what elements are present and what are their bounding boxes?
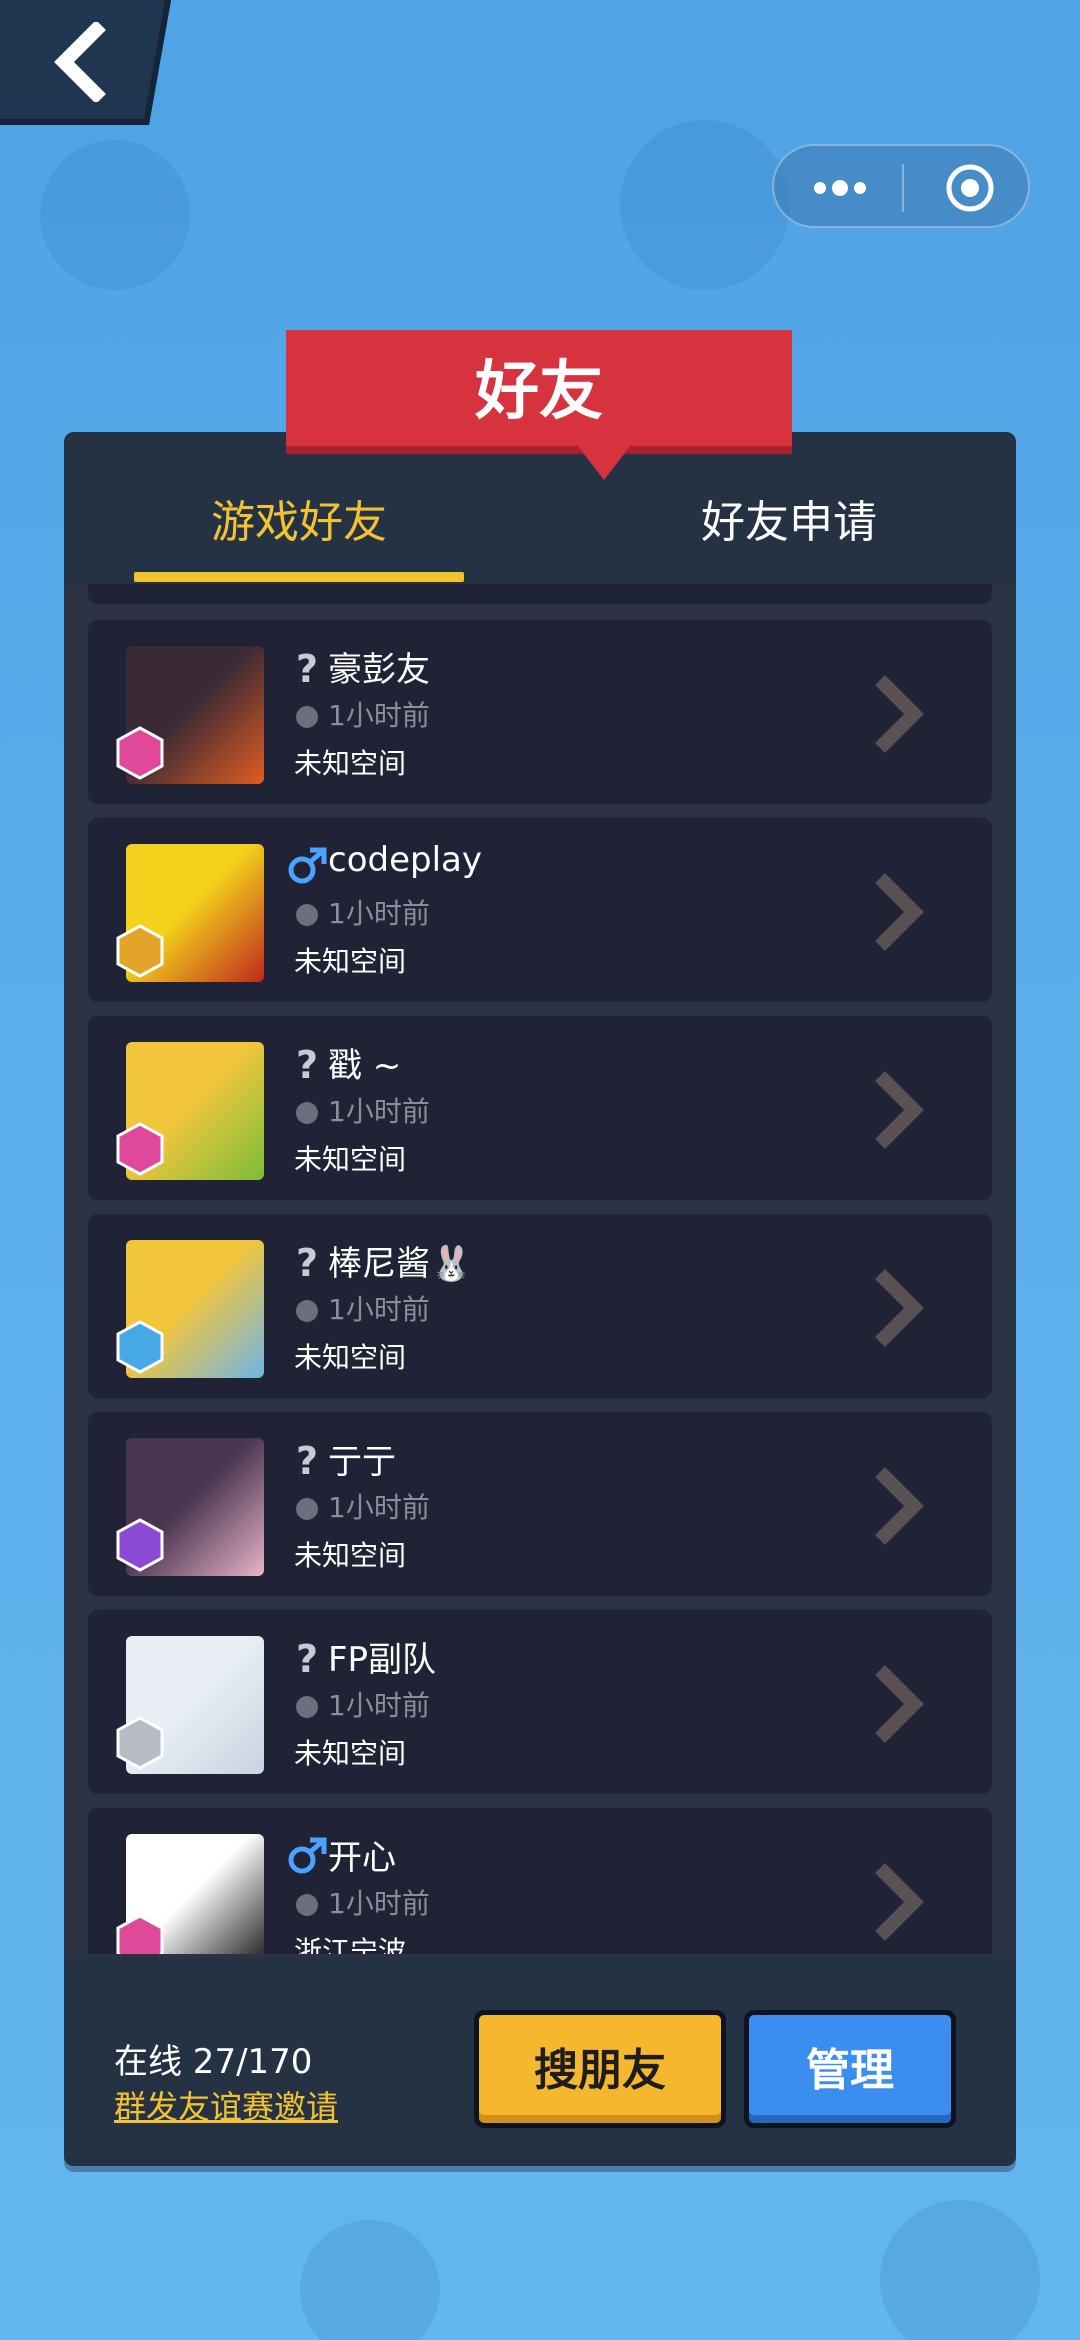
chevron-right-icon[interactable] bbox=[868, 1068, 928, 1152]
more-dots-icon[interactable] bbox=[810, 176, 870, 200]
status-dot-icon bbox=[296, 1894, 318, 1916]
tab-game-friends[interactable]: 游戏好友 bbox=[134, 488, 464, 558]
list-item[interactable]: ? 棒尼酱🐰 1小时前未知空间 bbox=[88, 1214, 992, 1398]
last-seen: 1小时前 bbox=[328, 1887, 430, 1920]
svg-text:?: ? bbox=[296, 647, 318, 688]
mini-program-capsule bbox=[772, 144, 1030, 228]
status-dot-icon bbox=[296, 1300, 318, 1322]
last-seen: 1小时前 bbox=[328, 1491, 430, 1524]
last-seen: 1小时前 bbox=[328, 699, 430, 732]
chevron-right-icon[interactable] bbox=[868, 870, 928, 954]
list-item[interactable]: ? 戳 ~ 1小时前未知空间 bbox=[88, 1016, 992, 1200]
svg-text:?: ? bbox=[296, 1043, 318, 1084]
friend-name: 棒尼酱🐰 bbox=[328, 1244, 473, 1284]
invite-friendly-match-link[interactable]: 群发友谊赛邀请 bbox=[114, 2082, 338, 2128]
last-seen: 1小时前 bbox=[328, 1689, 430, 1722]
location: 未知空间 bbox=[294, 747, 407, 780]
close-target-icon[interactable] bbox=[944, 162, 996, 214]
search-friends-button[interactable]: 搜朋友 bbox=[474, 2010, 726, 2128]
tabs-bar: 游戏好友 好友申请 bbox=[64, 432, 1016, 584]
friend-name: codeplay bbox=[328, 840, 482, 880]
friend-name: 戳 ~ bbox=[328, 1046, 402, 1086]
status-dot-icon bbox=[296, 706, 318, 728]
question-icon: ? bbox=[296, 1241, 318, 1282]
pink-gem-icon bbox=[116, 1122, 164, 1176]
list-item[interactable]: ? 亍亍 1小时前未知空间 bbox=[88, 1412, 992, 1596]
bottom-bar: 在线 27/170 群发友谊赛邀请 搜朋友 管理 bbox=[64, 1958, 1016, 2166]
background-skull-decoration bbox=[880, 2200, 1040, 2340]
active-tab-underline bbox=[134, 572, 464, 582]
friend-name: 亍亍 bbox=[328, 1442, 396, 1482]
friend-name: 开心 bbox=[328, 1838, 396, 1878]
location: 未知空间 bbox=[294, 1341, 407, 1374]
location: 未知空间 bbox=[294, 945, 407, 978]
list-item[interactable]: 开心 1小时前浙江宁波 bbox=[88, 1808, 992, 1954]
question-icon: ? bbox=[296, 1439, 318, 1480]
question-icon: ? bbox=[296, 1637, 318, 1678]
tab-friend-requests[interactable]: 好友申请 bbox=[624, 488, 954, 558]
status-dot-icon bbox=[296, 904, 318, 926]
list-item[interactable]: ? 豪彭友 1小时前未知空间 bbox=[88, 620, 992, 804]
grey-shield-icon bbox=[116, 1716, 164, 1770]
pink-gem-icon bbox=[116, 1914, 164, 1954]
male-icon bbox=[288, 847, 327, 884]
question-icon: ? bbox=[296, 647, 318, 688]
capsule-divider bbox=[902, 164, 904, 212]
friend-list[interactable]: ? 豪彭友 1小时前 未知空间 codeplay 1小时前 未知空间? 戳 ~1小时前 未知空间… bbox=[88, 584, 992, 1954]
last-seen: 1小时前 bbox=[328, 1293, 430, 1326]
background-skull-decoration bbox=[300, 2220, 440, 2340]
chevron-right-icon[interactable] bbox=[868, 1860, 928, 1944]
location: 未知空间 bbox=[294, 1143, 407, 1176]
pink-gem-icon bbox=[116, 726, 164, 780]
purple-gem-icon bbox=[116, 1518, 164, 1572]
last-seen: 1小时前 bbox=[328, 897, 430, 930]
manage-button[interactable]: 管理 bbox=[744, 2010, 956, 2128]
friend-name: FP副队 bbox=[328, 1640, 437, 1680]
blue-gem-icon bbox=[116, 1320, 164, 1374]
page-title: 好友 bbox=[475, 355, 603, 429]
status-dot-icon bbox=[296, 1696, 318, 1718]
location: 未知空间 bbox=[294, 1737, 407, 1770]
svg-text:?: ? bbox=[296, 1241, 318, 1282]
list-item[interactable]: ? FP副队 1小时前未知空间 bbox=[88, 1610, 992, 1794]
back-arrow-icon bbox=[54, 22, 106, 102]
chevron-right-icon[interactable] bbox=[868, 1662, 928, 1746]
location: 未知空间 bbox=[294, 1539, 407, 1572]
question-icon: ? bbox=[296, 1043, 318, 1084]
location: 浙江宁波 bbox=[294, 1935, 407, 1954]
chevron-right-icon[interactable] bbox=[868, 1464, 928, 1548]
gold-crown-icon bbox=[116, 924, 164, 978]
list-item-partial bbox=[88, 584, 992, 604]
friend-name: 豪彭友 bbox=[328, 650, 430, 690]
male-icon bbox=[288, 1837, 327, 1874]
svg-text:?: ? bbox=[296, 1439, 318, 1480]
chevron-right-icon[interactable] bbox=[868, 1266, 928, 1350]
status-dot-icon bbox=[296, 1102, 318, 1124]
chevron-right-icon[interactable] bbox=[868, 672, 928, 756]
status-dot-icon bbox=[296, 1498, 318, 1520]
last-seen: 1小时前 bbox=[328, 1095, 430, 1128]
background-skull-decoration bbox=[620, 120, 790, 290]
online-count: 在线 27/170 bbox=[114, 2042, 313, 2082]
svg-text:?: ? bbox=[296, 1637, 318, 1678]
background-skull-decoration bbox=[40, 140, 190, 290]
list-item[interactable]: codeplay 1小时前未知空间 bbox=[88, 818, 992, 1002]
